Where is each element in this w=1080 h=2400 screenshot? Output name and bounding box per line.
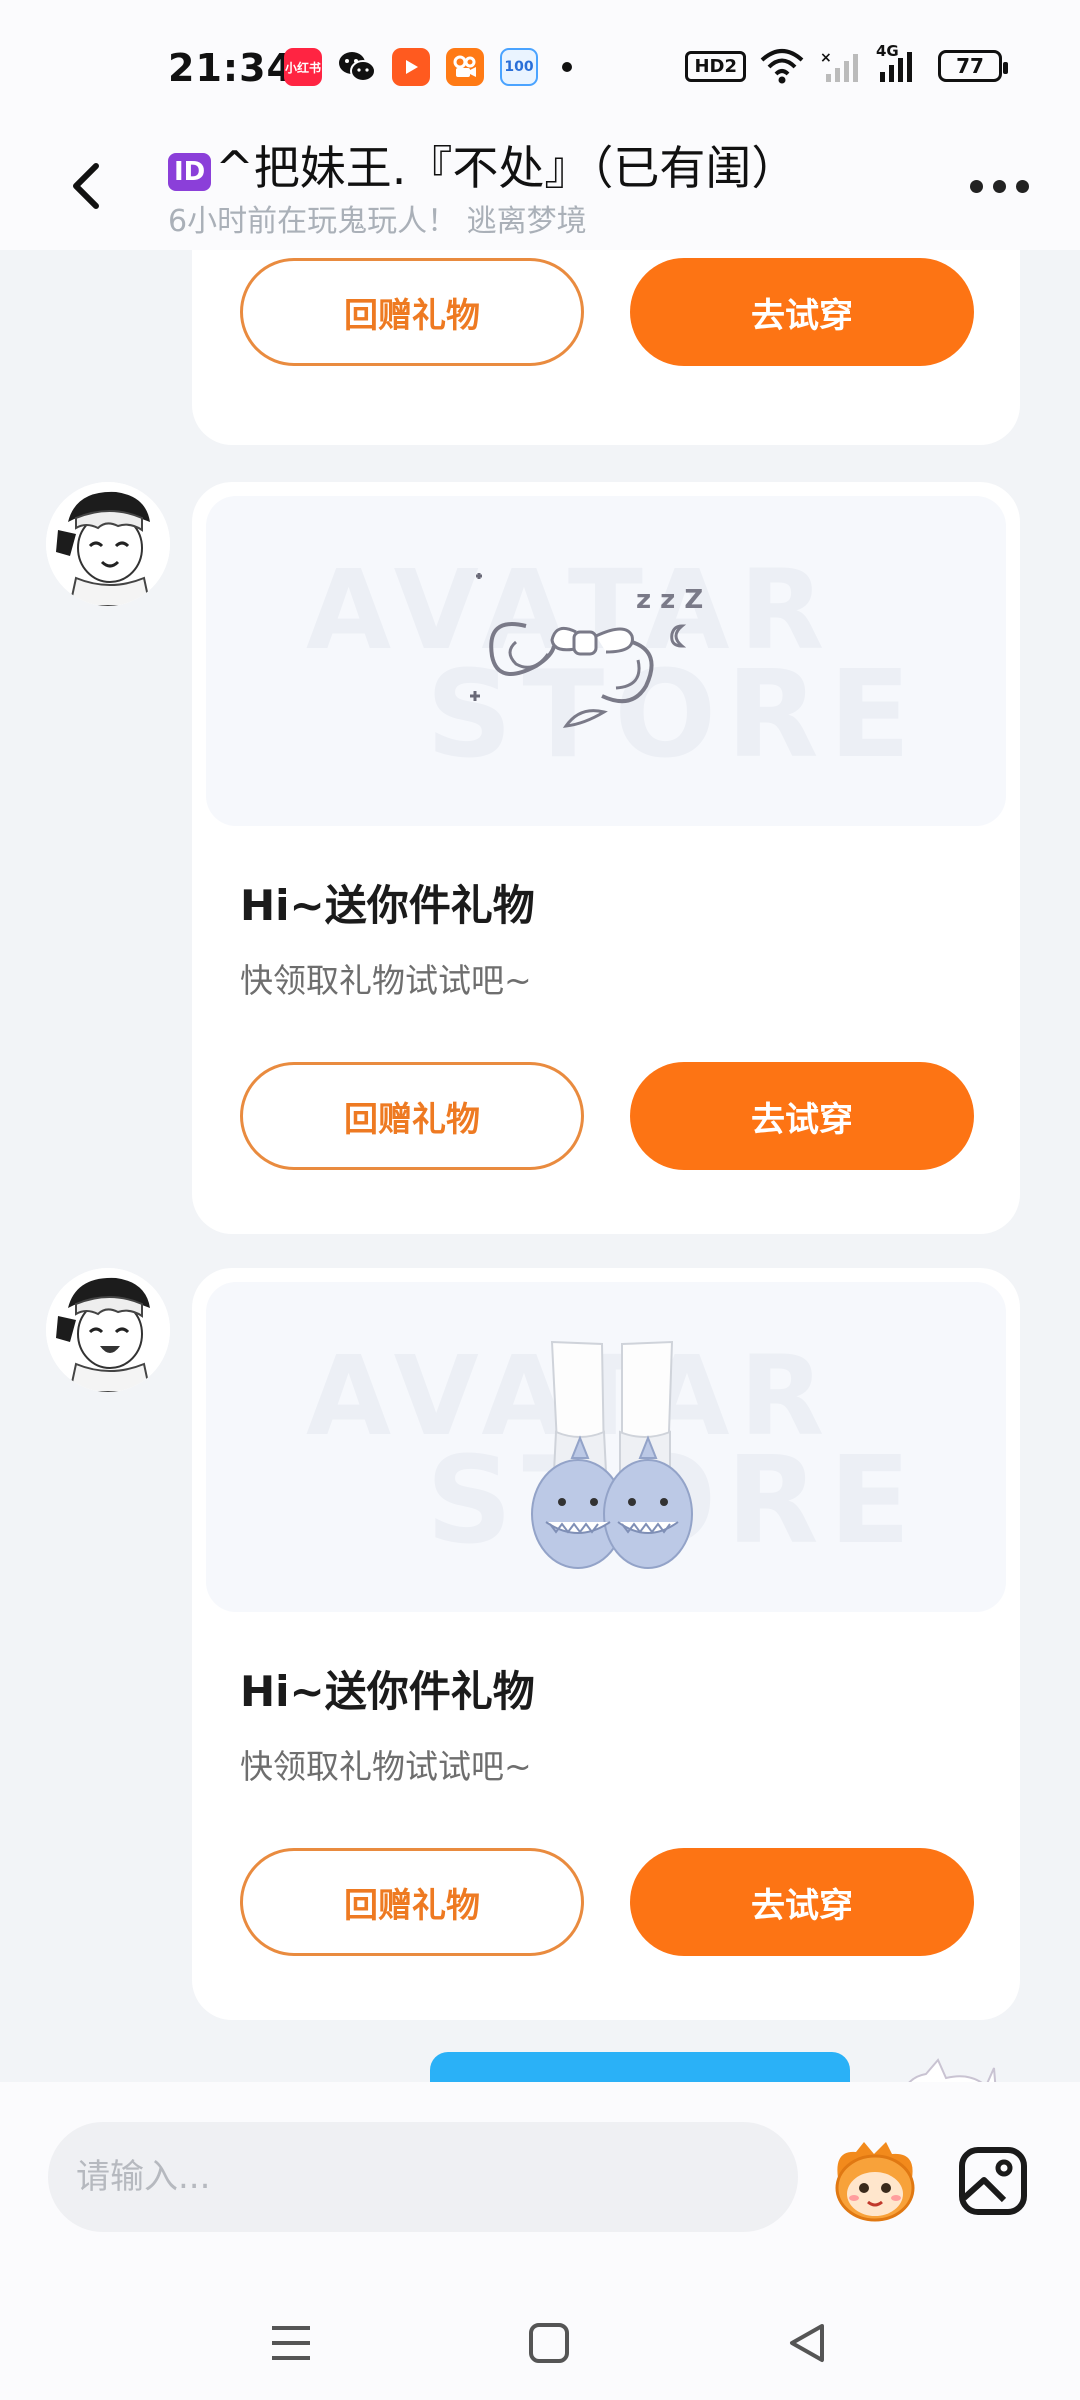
sender-avatar[interactable] [46, 1268, 170, 1392]
signal-2: 4G [876, 42, 924, 84]
xiaohongshu-icon: 小红书 [284, 48, 322, 86]
return-gift-button[interactable]: 回赠礼物 [240, 1848, 584, 1956]
input-bar [0, 2082, 1080, 2232]
outgoing-message-bubble[interactable] [430, 2052, 850, 2082]
bow-hairclip-icon: z z Z [470, 573, 703, 728]
home-icon[interactable] [524, 2318, 574, 2368]
gift-card: AVATAR STORE Hi~送你件礼物 快 [192, 1268, 1020, 2020]
anime-avatar-icon [46, 1268, 170, 1392]
gift-card: AVATAR STORE z z Z Hi~送你件礼物 快领取礼物试试吧~ 回赠… [192, 482, 1020, 1234]
gift-image: AVATAR STORE [206, 1282, 1006, 1612]
wifi-icon [760, 49, 804, 84]
gift-card-title: Hi~送你件礼物 [240, 1667, 535, 1716]
kuaishou-icon [446, 48, 484, 86]
try-on-button[interactable]: 去试穿 [630, 1848, 974, 1956]
homework-icon: 100 [500, 48, 538, 86]
hd-icon: HD2 [685, 50, 746, 82]
chat-header: ID ^把妹王.『不处』（已有闺） 6小时前在玩鬼玩人！ 逃离梦境 [0, 118, 1080, 250]
my-avatar[interactable] [886, 2058, 1006, 2082]
more-options-icon[interactable] [970, 166, 1040, 206]
signal-1-icon: × [820, 50, 858, 82]
try-on-button[interactable]: 去试穿 [630, 258, 974, 366]
chat-title-text: ^把妹王.『不处』（已有闺） [215, 141, 798, 195]
return-gift-button[interactable]: 回赠礼物 [240, 1062, 584, 1170]
gift-card: 回赠礼物 去试穿 [192, 250, 1020, 445]
video-icon [392, 48, 430, 86]
gift-image: AVATAR STORE z z Z [206, 496, 1006, 826]
mascot-emoji-icon[interactable] [830, 2138, 920, 2224]
message-input-container[interactable] [48, 2122, 798, 2232]
status-bar: 21:34 小红书 100 HD2 × 4G 77 [0, 0, 1080, 118]
anime-avatar-icon [46, 482, 170, 606]
cat-avatar-icon [908, 2058, 997, 2082]
id-badge-icon: ID [168, 152, 212, 191]
image-picker-icon[interactable] [958, 2146, 1028, 2216]
gift-card-desc: 快领取礼物试试吧~ [240, 1747, 532, 1786]
try-on-button[interactable]: 去试穿 [630, 1062, 974, 1170]
return-gift-button[interactable]: 回赠礼物 [240, 258, 584, 366]
chat-messages[interactable]: 回赠礼物 去试穿 AVATAR STORE z z Z Hi~送你件礼物 快领取… [0, 250, 1080, 2082]
shark-slippers-icon [531, 1340, 693, 1569]
status-time: 21:34 [168, 46, 294, 90]
chat-title: ID ^把妹王.『不处』（已有闺） [168, 132, 797, 198]
chat-subtitle: 6小时前在玩鬼玩人！ 逃离梦境 [168, 204, 587, 239]
signal-2-icon [880, 52, 912, 82]
back-nav-icon[interactable] [782, 2318, 832, 2368]
more-notifications-dot [562, 62, 572, 72]
svg-text:z z Z: z z Z [636, 585, 703, 615]
wechat-icon [338, 48, 376, 86]
gift-card-title: Hi~送你件礼物 [240, 881, 535, 930]
system-nav-bar [0, 2232, 1080, 2400]
battery-level: 77 [956, 54, 984, 78]
svg-text:×: × [820, 50, 832, 66]
message-input[interactable] [76, 2157, 798, 2197]
notification-icons: 小红书 100 [284, 48, 572, 86]
status-right: HD2 × 4G 77 [685, 42, 1008, 84]
back-icon[interactable] [58, 156, 118, 216]
battery-icon: 77 [938, 50, 1008, 82]
recent-apps-icon[interactable] [266, 2318, 316, 2368]
sender-avatar[interactable] [46, 482, 170, 606]
gift-card-desc: 快领取礼物试试吧~ [240, 961, 532, 1000]
